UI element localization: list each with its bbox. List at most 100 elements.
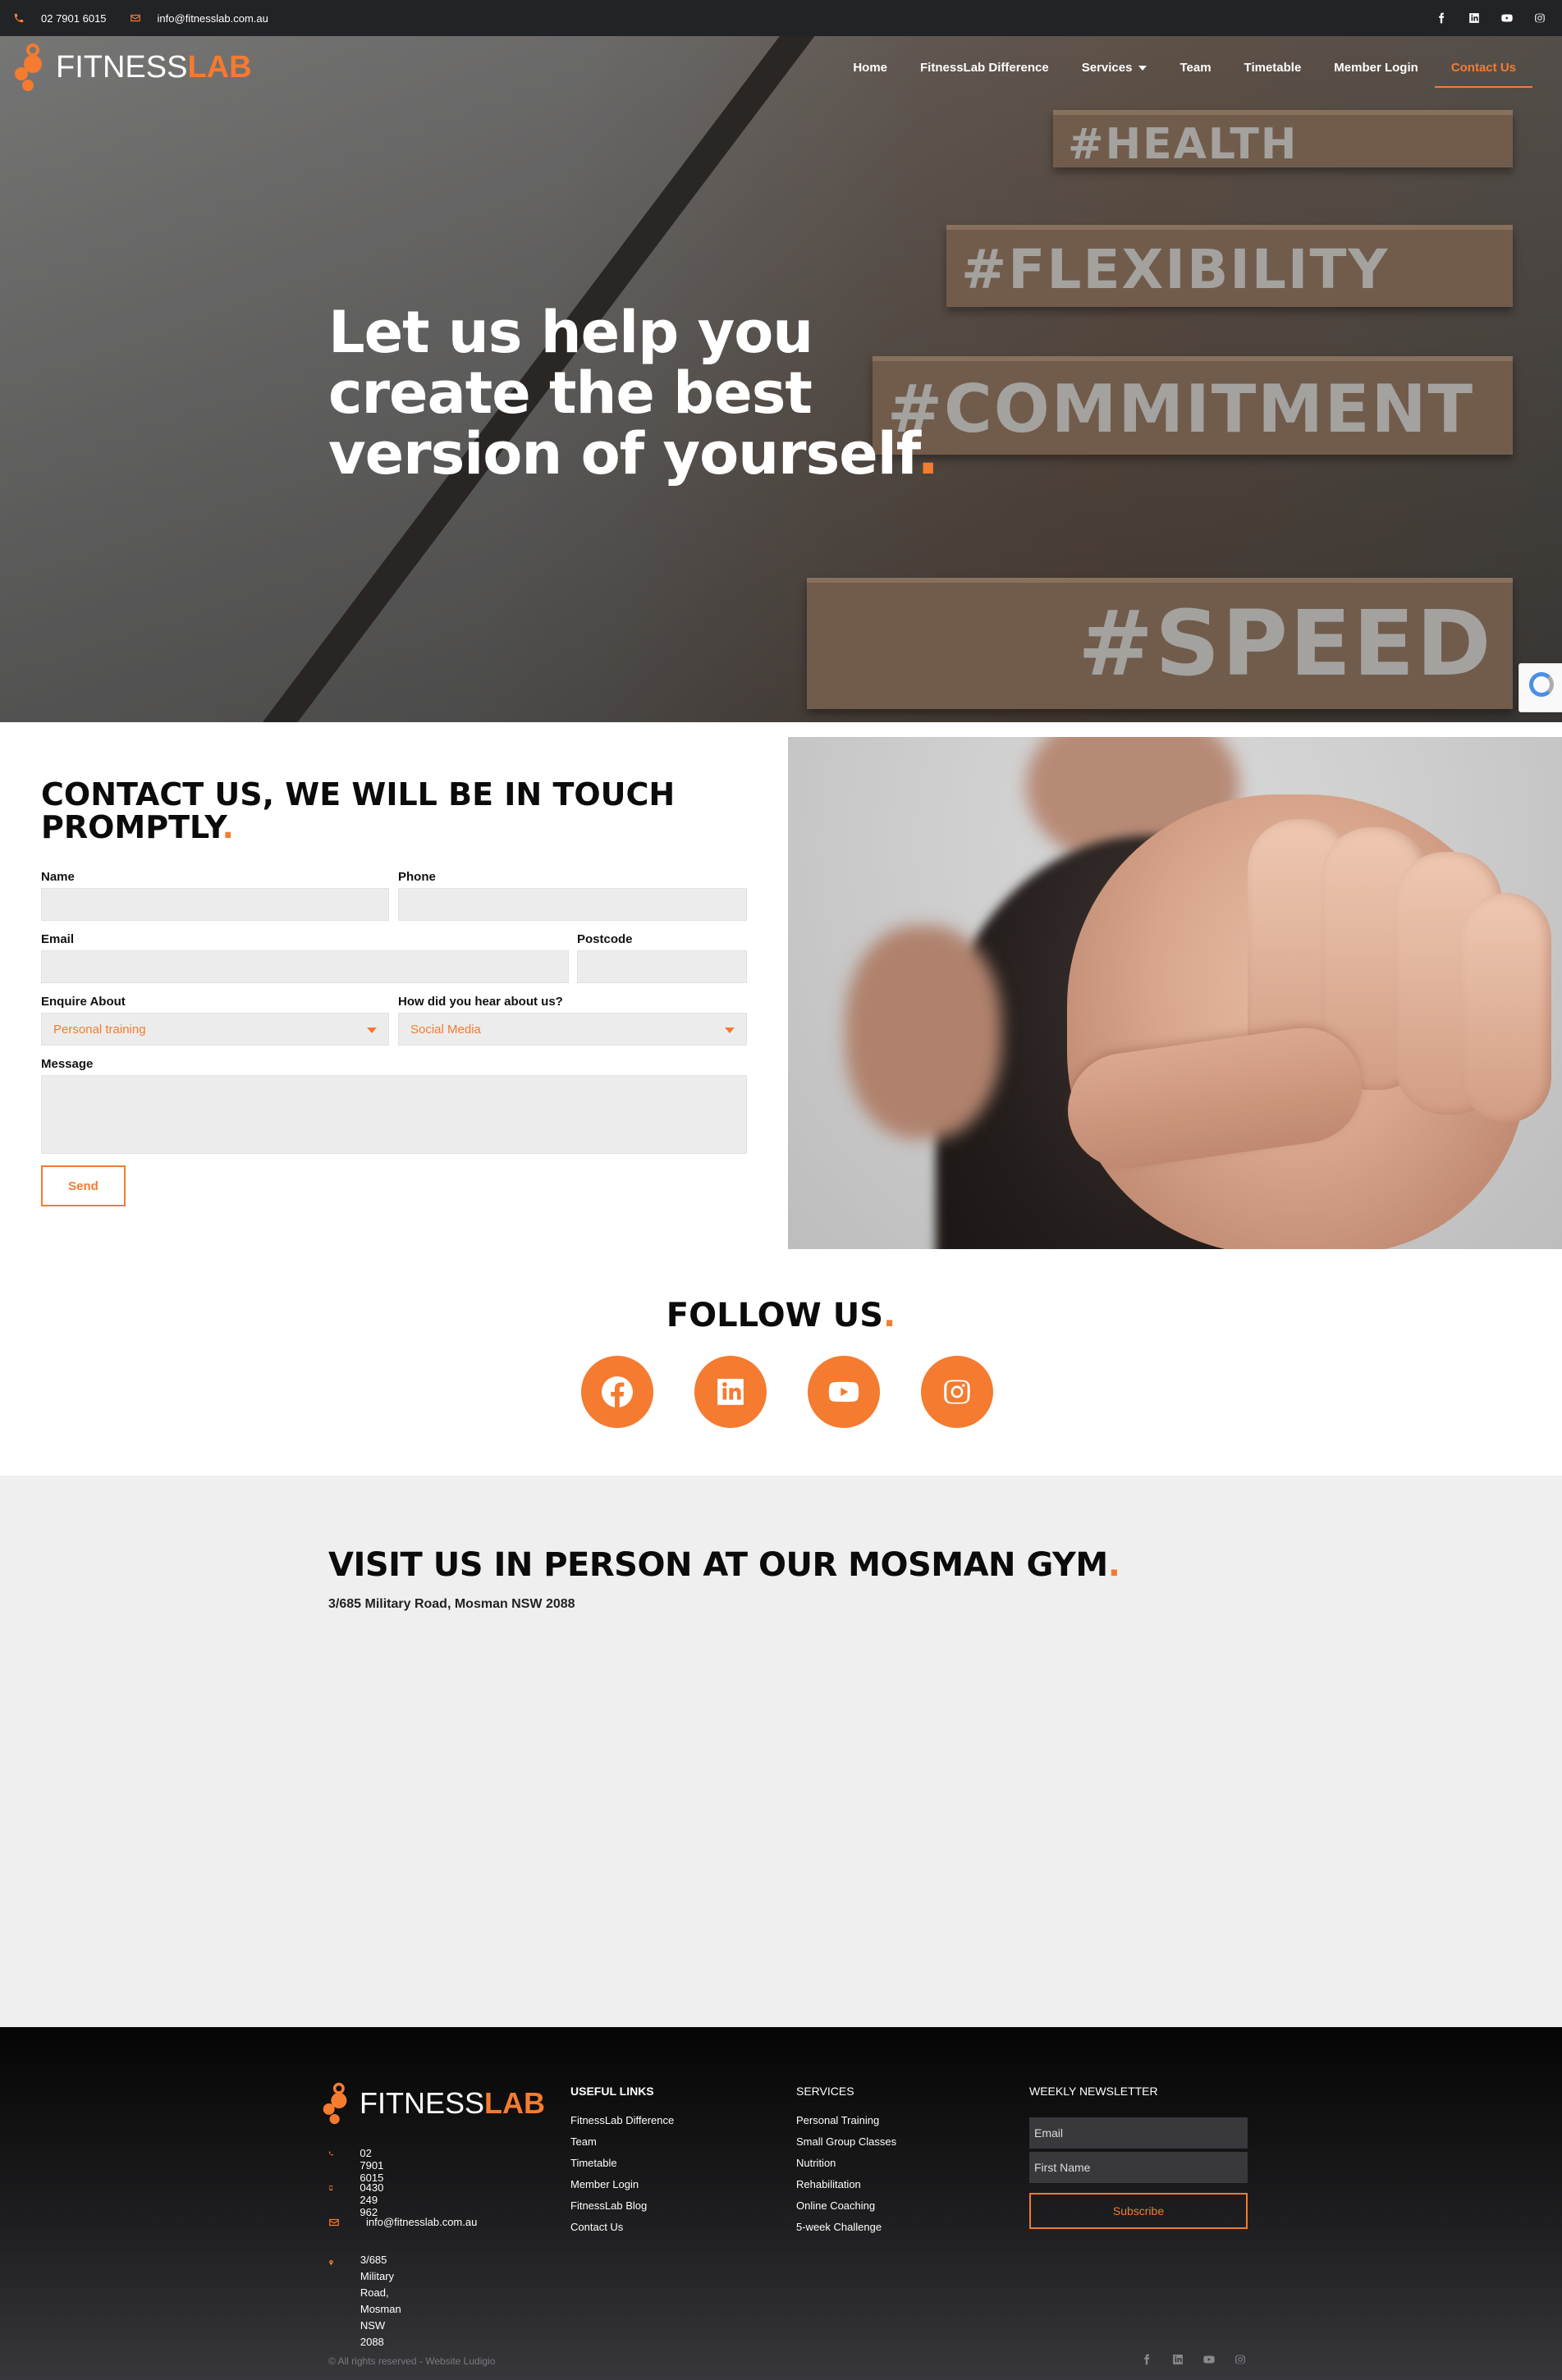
logo-text-bold: LAB bbox=[187, 49, 252, 85]
envelope-icon bbox=[329, 2218, 339, 2227]
follow-facebook-button[interactable] bbox=[581, 1356, 653, 1428]
message-field[interactable] bbox=[41, 1075, 747, 1154]
photo-back-fist bbox=[845, 926, 1001, 1139]
footer-email[interactable]: info@fitnesslab.com.au bbox=[328, 2216, 477, 2228]
linkedin-icon[interactable] bbox=[1172, 2354, 1184, 2369]
photo-knuckle bbox=[1461, 893, 1551, 1123]
footer-link-member-login[interactable]: Member Login bbox=[570, 2178, 674, 2199]
instagram-icon[interactable] bbox=[1234, 2354, 1246, 2369]
follow-youtube-button[interactable] bbox=[808, 1356, 880, 1428]
youtube-icon[interactable] bbox=[1501, 12, 1513, 24]
email-field[interactable] bbox=[41, 950, 569, 983]
envelope-icon bbox=[130, 14, 140, 22]
phone-label: Phone bbox=[398, 870, 436, 884]
postcode-field[interactable] bbox=[577, 950, 747, 983]
nav-contact-us[interactable]: Contact Us bbox=[1434, 53, 1532, 88]
linkedin-icon[interactable] bbox=[1468, 12, 1480, 24]
footer-logo-text-light: FITNESS bbox=[360, 2086, 485, 2120]
newsletter-email-input[interactable]: Email bbox=[1029, 2117, 1248, 2149]
footer-useful-links: USEFUL LINKS FitnessLab Difference Team … bbox=[570, 2085, 674, 2242]
caret-down-icon bbox=[1138, 66, 1147, 71]
nav-home[interactable]: Home bbox=[836, 53, 904, 88]
topbar-socials bbox=[1436, 12, 1546, 24]
footer-logo-text: FITNESSLAB bbox=[360, 2086, 545, 2121]
topbar-phone[interactable]: 02 7901 6015 bbox=[13, 12, 107, 25]
footer-link-contact-us[interactable]: Contact Us bbox=[570, 2221, 674, 2242]
linkedin-icon bbox=[717, 1379, 744, 1405]
postcode-label: Postcode bbox=[577, 932, 633, 946]
hear-select[interactable]: Social Media bbox=[398, 1013, 747, 1046]
footer-service-online-coaching[interactable]: Online Coaching bbox=[796, 2199, 896, 2221]
footer-address: 3/685 Military Road, Mosman NSW 2088 bbox=[328, 2252, 407, 2350]
footer-service-personal-training[interactable]: Personal Training bbox=[796, 2114, 896, 2135]
footer-link-team[interactable]: Team bbox=[570, 2135, 674, 2157]
contact-heading: CONTACT US, WE WILL BE IN TOUCH PROMPTLY… bbox=[41, 778, 714, 844]
name-field[interactable] bbox=[41, 888, 389, 921]
instagram-icon[interactable] bbox=[1534, 12, 1546, 24]
nav-team[interactable]: Team bbox=[1163, 53, 1227, 88]
nav-services-label: Services bbox=[1081, 61, 1133, 75]
copyright-text: © All rights reserved - Website Ludigio bbox=[328, 2355, 496, 2367]
topbar-phone-text: 02 7901 6015 bbox=[41, 11, 107, 25]
contact-heading-text: CONTACT US, WE WILL BE IN TOUCH PROMPTLY bbox=[41, 776, 676, 845]
follow-section: FOLLOW US. bbox=[0, 1249, 1562, 1476]
footer-service-small-group[interactable]: Small Group Classes bbox=[796, 2135, 896, 2157]
footer-phone2[interactable]: 0430 249 962 bbox=[328, 2181, 390, 2218]
facebook-icon[interactable] bbox=[1436, 12, 1447, 24]
footer-service-5-week-challenge[interactable]: 5-week Challenge bbox=[796, 2221, 896, 2242]
top-bar: 02 7901 6015 info@fitnesslab.com.au bbox=[0, 0, 1562, 36]
footer-logo-text-bold: LAB bbox=[484, 2086, 546, 2120]
topbar-email-text: info@fitnesslab.com.au bbox=[157, 11, 268, 25]
kettlebell-logo-icon bbox=[15, 43, 42, 91]
site-logo[interactable]: FITNESSLAB bbox=[13, 43, 252, 92]
visit-address: 3/685 Military Road, Mosman NSW 2088 bbox=[328, 1597, 575, 1611]
logo-text: FITNESSLAB bbox=[56, 50, 252, 85]
facebook-icon bbox=[602, 1376, 633, 1407]
footer-phone1[interactable]: 02 7901 6015 bbox=[328, 2147, 390, 2184]
logo-text-light: FITNESS bbox=[56, 49, 188, 85]
email-label: Email bbox=[41, 932, 75, 946]
subscribe-button[interactable]: Subscribe bbox=[1029, 2193, 1248, 2229]
follow-heading: FOLLOW US. bbox=[0, 1297, 1562, 1334]
follow-heading-dot: . bbox=[883, 1297, 896, 1334]
fist-photo bbox=[788, 737, 1562, 1249]
visit-heading-text: VISIT US IN PERSON AT OUR MOSMAN GYM bbox=[328, 1546, 1108, 1584]
phone-field[interactable] bbox=[398, 888, 747, 921]
enquire-select[interactable]: Personal training bbox=[41, 1013, 389, 1046]
contact-section: CONTACT US, WE WILL BE IN TOUCH PROMPTLY… bbox=[0, 737, 788, 1249]
follow-instagram-button[interactable] bbox=[921, 1356, 993, 1428]
visit-heading-dot: . bbox=[1107, 1546, 1120, 1584]
kettlebell-logo-icon bbox=[323, 2082, 347, 2125]
recaptcha-badge[interactable] bbox=[1518, 663, 1562, 712]
contact-heading-dot: . bbox=[222, 809, 234, 845]
follow-heading-text: FOLLOW US bbox=[666, 1297, 883, 1334]
footer-address-line1: 3/685 Military Road, bbox=[360, 2254, 395, 2299]
youtube-icon bbox=[828, 1381, 859, 1403]
nav-fitnesslab-difference[interactable]: FitnessLab Difference bbox=[904, 53, 1065, 88]
follow-linkedin-button[interactable] bbox=[694, 1356, 767, 1428]
nav-timetable[interactable]: Timetable bbox=[1228, 53, 1318, 88]
nav-services[interactable]: Services bbox=[1065, 53, 1164, 88]
hear-label: How did you hear about us? bbox=[398, 995, 563, 1009]
footer-link-timetable[interactable]: Timetable bbox=[570, 2157, 674, 2178]
mobile-icon bbox=[329, 2185, 333, 2190]
footer-link-fitnesslab-difference[interactable]: FitnessLab Difference bbox=[570, 2114, 674, 2135]
enquire-label: Enquire About bbox=[41, 995, 126, 1009]
footer-service-nutrition[interactable]: Nutrition bbox=[796, 2157, 896, 2178]
site-footer: FITNESSLAB 02 7901 6015 0430 249 962 inf… bbox=[0, 2027, 1562, 2380]
chevron-down-icon bbox=[367, 1028, 377, 1033]
hero-title: Let us help you create the best version … bbox=[328, 302, 1001, 484]
footer-service-rehabilitation[interactable]: Rehabilitation bbox=[796, 2178, 896, 2199]
newsletter-first-name-input[interactable]: First Name bbox=[1029, 2152, 1248, 2183]
footer-logo[interactable]: FITNESSLAB bbox=[322, 2081, 545, 2126]
footer-link-blog[interactable]: FitnessLab Blog bbox=[570, 2199, 674, 2221]
map-pin-icon bbox=[329, 2259, 333, 2266]
nav-member-login[interactable]: Member Login bbox=[1317, 53, 1435, 88]
topbar-email[interactable]: info@fitnesslab.com.au bbox=[130, 12, 268, 25]
send-button[interactable]: Send bbox=[41, 1165, 126, 1206]
youtube-icon[interactable] bbox=[1203, 2354, 1215, 2369]
name-label: Name bbox=[41, 870, 75, 884]
facebook-icon[interactable] bbox=[1141, 2354, 1152, 2369]
hear-select-value: Social Media bbox=[410, 1023, 481, 1037]
phone-icon bbox=[14, 13, 24, 23]
